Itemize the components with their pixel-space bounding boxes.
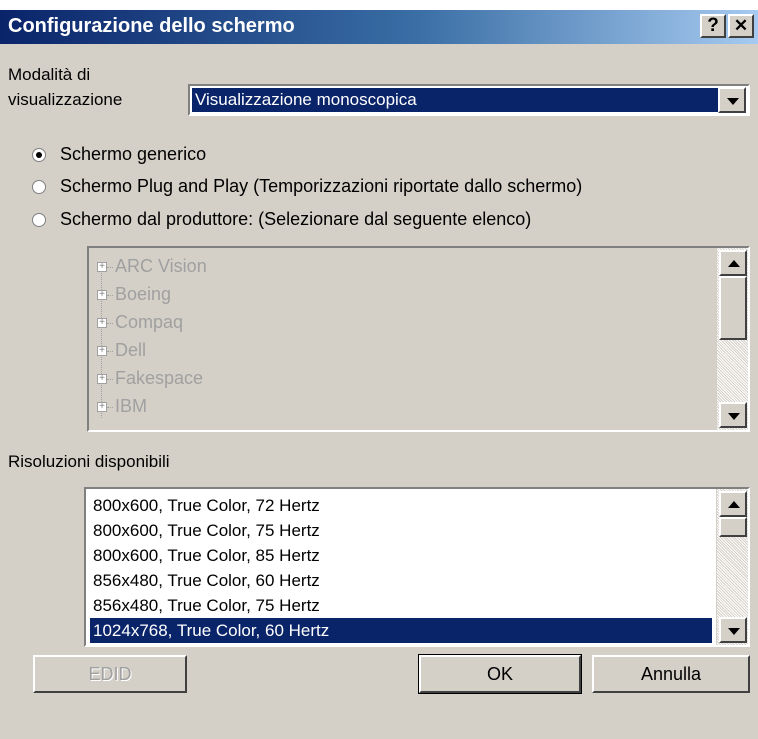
list-item-selected[interactable]: 1024x768, True Color, 60 Hertz [90, 618, 712, 643]
close-icon: ✕ [733, 16, 749, 35]
radio-button[interactable] [32, 213, 46, 227]
help-button[interactable]: ? [700, 14, 726, 38]
tree-item-label: Fakespace [115, 368, 204, 388]
tree-item-label: ARC Vision [115, 256, 207, 276]
dialog-window: Configurazione dello schermo ? ✕ Modalit… [0, 10, 758, 739]
display-mode-selected-value: Visualizzazione monoscopica [192, 88, 718, 112]
tree-item[interactable]: + Boeing [97, 282, 597, 310]
resolutions-label: Risoluzioni disponibili [8, 452, 170, 471]
display-mode-dropdown-button[interactable] [718, 87, 746, 113]
expand-plus-icon[interactable]: + [97, 402, 107, 412]
list-item[interactable]: 800x600, True Color, 72 Hertz [90, 493, 712, 518]
tree-item-label: Compaq [115, 312, 184, 332]
radio-generic-label: Schermo generico [60, 144, 207, 164]
expand-plus-icon[interactable]: + [97, 290, 107, 300]
tree-item-label: Dell [115, 340, 147, 360]
expand-plus-icon[interactable]: + [97, 262, 107, 272]
cancel-button[interactable]: Annulla [592, 655, 750, 693]
arrow-down-icon [728, 628, 740, 635]
display-mode-label-line1: Modalità di [8, 65, 91, 84]
radio-checked-dot [36, 152, 42, 158]
resolutions-scrollbar[interactable] [716, 489, 748, 645]
scroll-down-button[interactable] [719, 617, 747, 643]
expand-plus-icon[interactable]: + [97, 374, 107, 384]
scroll-up-button[interactable] [719, 491, 747, 517]
radio-button[interactable] [32, 148, 46, 162]
scroll-thumb[interactable] [719, 517, 747, 537]
tree-item-label: IBM [115, 396, 148, 416]
tree-item[interactable]: + Compaq [97, 310, 597, 338]
title-bar[interactable]: Configurazione dello schermo ? ✕ [0, 10, 758, 44]
arrow-up-icon [728, 260, 740, 267]
manufacturer-tree[interactable]: + ARC Vision + Boeing + Compaq + Dell + … [87, 246, 750, 432]
display-mode-label-line2: visualizzazione [8, 90, 123, 109]
list-item[interactable]: 856x480, True Color, 75 Hertz [90, 593, 712, 618]
close-button[interactable]: ✕ [728, 14, 754, 38]
radio-manufacturer-label: Schermo dal produttore: (Selezionare dal… [60, 209, 532, 229]
arrow-up-icon [728, 501, 740, 508]
radio-pnp-label: Schermo Plug and Play (Temporizzazioni r… [60, 176, 583, 196]
scroll-up-button[interactable] [719, 250, 747, 276]
arrow-down-icon [728, 413, 740, 420]
expand-plus-icon[interactable]: + [97, 318, 107, 328]
chevron-down-icon [727, 98, 739, 105]
list-item[interactable]: 800x600, True Color, 75 Hertz [90, 518, 712, 543]
list-item[interactable]: 800x600, True Color, 85 Hertz [90, 543, 712, 568]
expand-plus-icon[interactable]: + [97, 346, 107, 356]
radio-button[interactable] [32, 180, 46, 194]
window-title: Configurazione dello schermo [8, 15, 295, 37]
scroll-thumb[interactable] [719, 276, 747, 340]
tree-item-label: Boeing [115, 284, 172, 304]
tree-item[interactable]: + Dell [97, 338, 597, 366]
tree-item[interactable]: + ARC Vision [97, 254, 597, 282]
scroll-down-button[interactable] [719, 402, 747, 428]
manufacturer-scrollbar[interactable] [716, 248, 748, 430]
tree-item[interactable]: + Fakespace [97, 366, 597, 394]
list-item[interactable]: 856x480, True Color, 60 Hertz [90, 568, 712, 593]
ok-button[interactable]: OK [418, 654, 582, 694]
display-mode-select[interactable]: Visualizzazione monoscopica [188, 84, 750, 116]
edid-button[interactable]: EDID [33, 655, 187, 693]
resolutions-list[interactable]: 800x600, True Color, 72 Hertz 800x600, T… [84, 487, 750, 647]
tree-item[interactable]: + IBM [97, 394, 597, 422]
